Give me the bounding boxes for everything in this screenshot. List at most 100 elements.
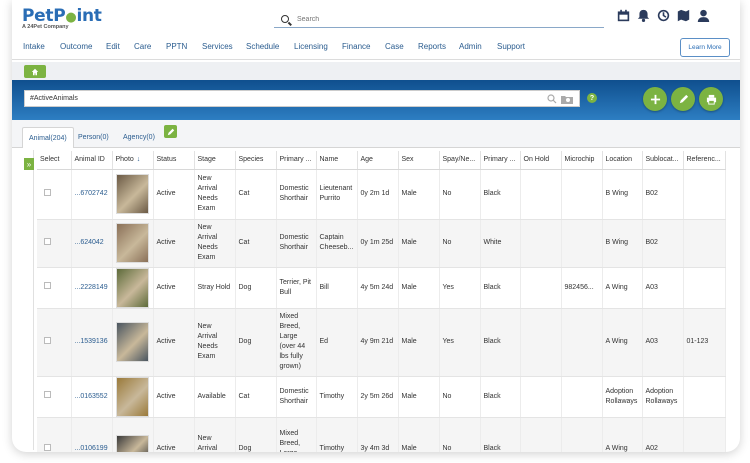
table-row[interactable]: ...6702742 Active New Arrival Needs Exam Ca…: [37, 169, 726, 220]
tab-person[interactable]: Person(0): [72, 127, 115, 148]
col-reference[interactable]: Referenc...: [683, 151, 726, 170]
col-on-hold[interactable]: On Hold: [520, 151, 562, 170]
sublocation-cell: A03: [642, 267, 684, 309]
reference-cell: [683, 267, 726, 309]
tab-agency[interactable]: Agency(0): [117, 127, 161, 148]
col-species[interactable]: Species: [235, 151, 277, 170]
sublocation-cell: Adoption Rollaways: [642, 376, 684, 418]
location-cell: A Wing: [602, 267, 643, 309]
map-icon[interactable]: [676, 8, 690, 22]
nav-licensing[interactable]: Licensing: [294, 42, 328, 51]
age-cell: 3y 4m 3d: [357, 417, 399, 452]
col-status[interactable]: Status: [153, 151, 195, 170]
reference-cell: [683, 219, 726, 268]
table-row[interactable]: ...624042 Active New Arrival Needs Exam Cat…: [37, 219, 726, 268]
animal-photo[interactable]: [115, 435, 149, 452]
nav-intake[interactable]: Intake: [23, 42, 45, 51]
global-search[interactable]: [274, 11, 604, 28]
species-cell: Cat: [235, 376, 277, 418]
magnifier-icon[interactable]: [547, 94, 557, 104]
nav-pptn[interactable]: PPTN: [166, 42, 187, 51]
nav-edit[interactable]: Edit: [106, 42, 120, 51]
species-cell: Cat: [235, 169, 277, 220]
microchip-cell: 982456...: [561, 267, 603, 309]
animal-id-link[interactable]: ...2228149: [71, 267, 113, 309]
edit-columns-button[interactable]: [164, 125, 177, 138]
animal-id-link[interactable]: ...624042: [71, 219, 113, 268]
animal-photo[interactable]: [115, 174, 149, 214]
print-button[interactable]: [699, 87, 723, 111]
col-primary-color[interactable]: Primary ...: [480, 151, 521, 170]
animal-photo[interactable]: [115, 223, 149, 263]
petpoint-logo[interactable]: PetP●int A 24Pet Company: [22, 6, 102, 30]
user-icon[interactable]: [696, 8, 710, 22]
header-icons: [616, 8, 710, 22]
nav-reports[interactable]: Reports: [418, 42, 446, 51]
table-row[interactable]: ...1539136 Active New Arrival Needs Exam Do…: [37, 308, 726, 377]
sex-cell: Male: [398, 376, 440, 418]
row-select-checkbox[interactable]: [44, 188, 51, 196]
animal-photo[interactable]: [115, 376, 149, 416]
learn-more-button[interactable]: Learn More: [680, 38, 730, 57]
nav-schedule[interactable]: Schedule: [246, 42, 279, 51]
table-row[interactable]: ...0163552 Active Available Cat Domestic Sho…: [37, 376, 726, 418]
nav-support[interactable]: Support: [497, 42, 525, 51]
tab-animal[interactable]: Animal(204): [22, 127, 74, 148]
folder-search-icon[interactable]: [561, 94, 573, 104]
col-photo[interactable]: Photo ↓: [112, 151, 154, 170]
col-age[interactable]: Age: [357, 151, 399, 170]
row-select-checkbox[interactable]: [44, 282, 51, 289]
bell-icon[interactable]: [636, 8, 650, 22]
table-row[interactable]: ...0106199 ActiveNew Arrival NeedsDogMixe…: [37, 417, 726, 452]
name-cell: Bill: [316, 267, 358, 309]
table-row[interactable]: ...2228149 Active Stray Hold Dog Terrier, Pi…: [37, 267, 726, 309]
species-cell: Dog: [235, 267, 277, 309]
sublocation-cell: A02: [642, 417, 684, 452]
col-sublocation[interactable]: Sublocat...: [642, 151, 684, 170]
history-icon[interactable]: [656, 8, 670, 22]
microchip-cell: [561, 376, 603, 418]
photo-cell: [112, 308, 154, 377]
calendar-icon[interactable]: [616, 8, 630, 22]
col-primary-breed[interactable]: Primary ...: [276, 151, 317, 170]
add-button[interactable]: [643, 87, 667, 111]
row-select-checkbox[interactable]: [44, 443, 51, 451]
row-select-checkbox[interactable]: [44, 391, 51, 398]
animal-photo[interactable]: [115, 322, 149, 362]
animal-id-link[interactable]: ...1539136: [71, 308, 113, 377]
nav-finance[interactable]: Finance: [342, 42, 370, 51]
status-cell: Active: [153, 376, 195, 418]
nav-outcome[interactable]: Outcome: [60, 42, 92, 51]
col-animal-id[interactable]: Animal ID: [71, 151, 113, 170]
col-stage[interactable]: Stage: [194, 151, 236, 170]
animal-id-link[interactable]: ...0163552: [71, 376, 113, 418]
on-hold-cell: [520, 219, 562, 268]
col-sex[interactable]: Sex: [398, 151, 440, 170]
nav-services[interactable]: Services: [202, 42, 233, 51]
col-location[interactable]: Location: [602, 151, 643, 170]
saved-search-field[interactable]: #ActiveAnimals: [24, 90, 580, 107]
nav-admin[interactable]: Admin: [459, 42, 482, 51]
col-spay-neuter[interactable]: Spay/Ne...: [439, 151, 481, 170]
col-name[interactable]: Name: [316, 151, 358, 170]
row-select-checkbox[interactable]: [44, 336, 51, 344]
breed-cell: Domestic Shorthair: [276, 376, 317, 418]
search-input[interactable]: [297, 15, 577, 23]
location-cell: B Wing: [602, 169, 643, 220]
animal-id-link[interactable]: ...6702742: [71, 169, 113, 220]
col-microchip[interactable]: Microchip: [561, 151, 603, 170]
stage-cell: New Arrival Needs Exam: [194, 219, 236, 268]
spay-neuter-cell: Yes: [439, 267, 481, 309]
nav-case[interactable]: Case: [385, 42, 404, 51]
row-select-checkbox[interactable]: [44, 237, 51, 245]
location-cell: B Wing: [602, 219, 643, 268]
help-icon[interactable]: ?: [587, 93, 597, 103]
nav-care[interactable]: Care: [134, 42, 151, 51]
home-button[interactable]: [24, 65, 46, 78]
animal-photo[interactable]: [115, 267, 149, 307]
col-select[interactable]: Select: [37, 151, 72, 170]
animal-id-link[interactable]: ...0106199: [71, 417, 113, 452]
status-cell: Active: [153, 219, 195, 268]
edit-search-button[interactable]: [671, 87, 695, 111]
expand-panel-button[interactable]: »: [24, 158, 34, 170]
